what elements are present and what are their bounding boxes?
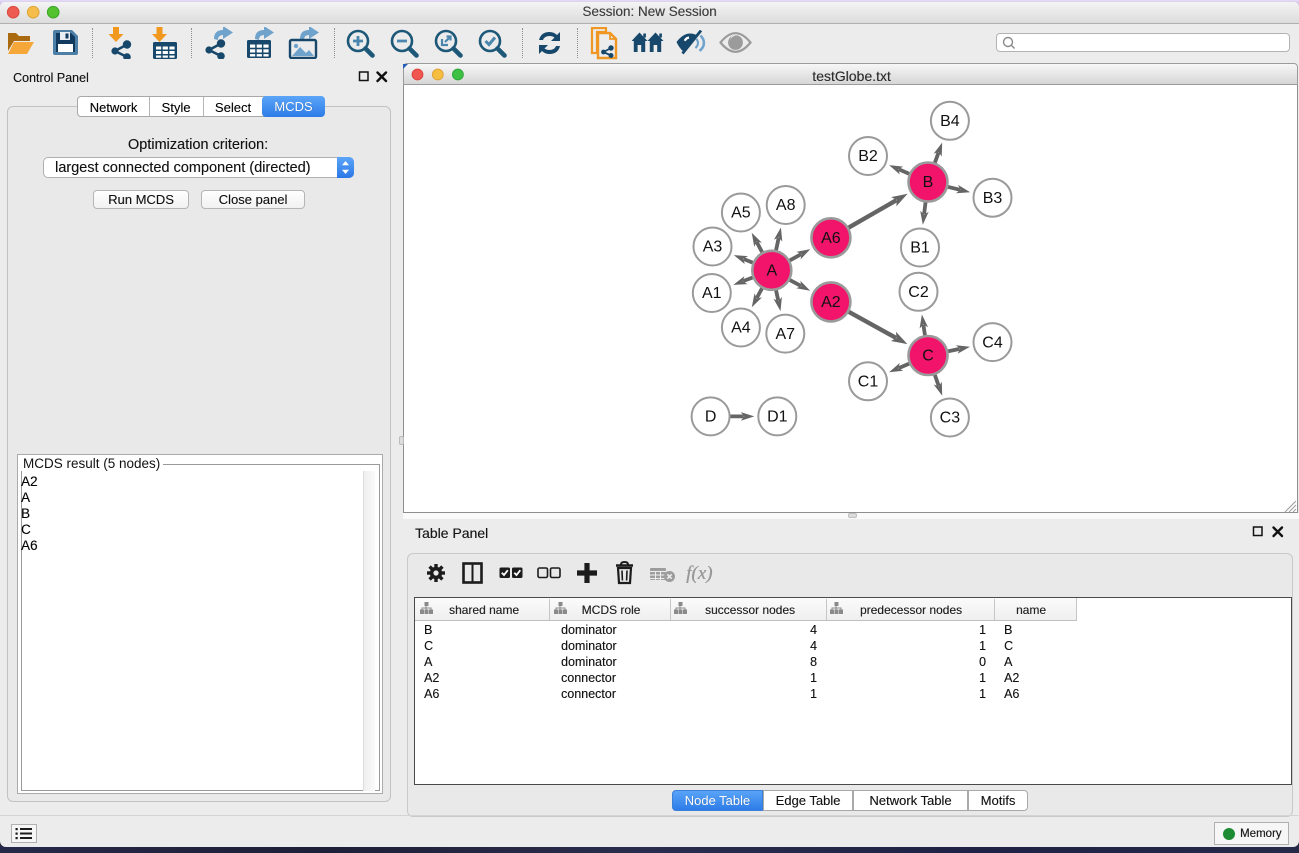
svg-text:A4: A4 xyxy=(731,320,751,337)
svg-text:B2: B2 xyxy=(858,148,878,165)
svg-text:A3: A3 xyxy=(703,239,723,256)
svg-text:D1: D1 xyxy=(767,409,788,426)
svg-text:C4: C4 xyxy=(982,334,1003,351)
svg-text:B4: B4 xyxy=(940,113,960,130)
svg-text:C1: C1 xyxy=(858,374,879,391)
svg-text:A6: A6 xyxy=(821,230,841,247)
svg-text:C: C xyxy=(922,348,934,365)
svg-text:A8: A8 xyxy=(776,197,796,214)
svg-text:A1: A1 xyxy=(702,285,722,302)
svg-text:A2: A2 xyxy=(821,294,841,311)
svg-text:C2: C2 xyxy=(908,284,929,301)
svg-text:A: A xyxy=(766,263,777,280)
svg-text:D: D xyxy=(705,409,717,426)
svg-text:A7: A7 xyxy=(776,326,796,343)
svg-text:A5: A5 xyxy=(731,205,751,222)
svg-text:B3: B3 xyxy=(983,190,1003,207)
svg-text:B: B xyxy=(923,174,934,191)
svg-text:B1: B1 xyxy=(910,240,930,257)
svg-text:C3: C3 xyxy=(940,410,961,427)
